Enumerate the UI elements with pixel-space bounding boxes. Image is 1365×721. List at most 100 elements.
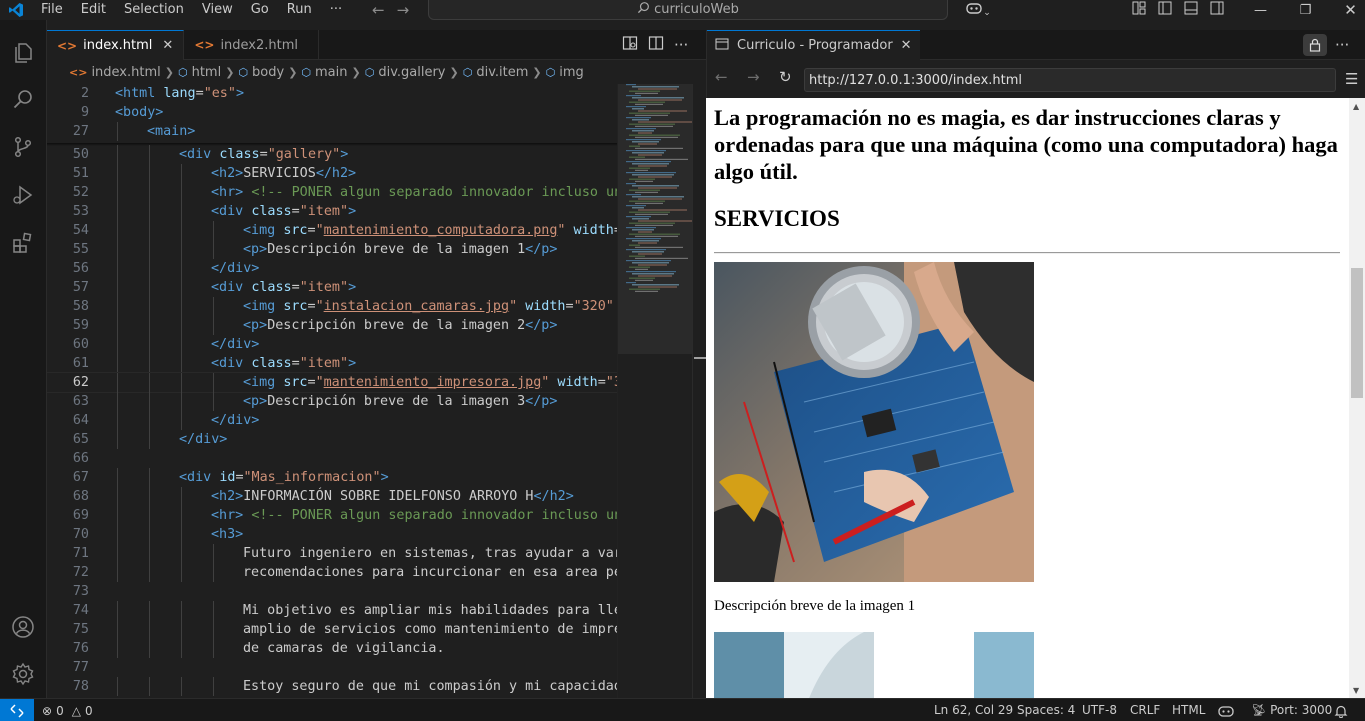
code-line[interactable]: 53 <div class="item"> (47, 202, 617, 221)
live-server-port[interactable]: 📡︎ Port: 3000 (1251, 699, 1332, 721)
indent-guide (117, 601, 118, 620)
forward-arrow-icon[interactable]: → (397, 0, 410, 20)
search-view-icon[interactable] (10, 86, 36, 112)
minimize-icon[interactable]: — (1238, 3, 1283, 18)
code-line[interactable]: 74 Mi objetivo es ampliar mis habilidades… (47, 601, 617, 620)
lock-icon[interactable] (1303, 34, 1327, 56)
open-preview-icon[interactable] (622, 35, 638, 55)
code-line[interactable]: 52 <hr> <!-- PONER algun separado innovad… (47, 183, 617, 202)
breadcrumb-item[interactable]: ⬡ body (238, 65, 284, 80)
menu-file[interactable]: File (32, 0, 72, 20)
scroll-down-icon[interactable]: ▼ (1353, 686, 1359, 695)
remote-indicator-icon[interactable] (0, 699, 34, 721)
back-arrow-icon[interactable]: ← (372, 0, 385, 20)
code-line[interactable]: 64 </div> (47, 411, 617, 430)
browser-forward-icon[interactable]: → (747, 68, 760, 86)
more-actions-icon[interactable]: ··· (1335, 30, 1349, 60)
close-window-icon[interactable]: ✕ (1328, 1, 1365, 19)
web-page-content[interactable]: La programación no es magia, es dar inst… (706, 98, 1349, 698)
close-tab-icon[interactable]: ✕ (901, 38, 912, 53)
code-line[interactable]: 66 (47, 449, 617, 468)
command-center-search[interactable]: curriculoWeb (428, 0, 948, 20)
minimap-line (629, 178, 655, 180)
code-line[interactable]: 62 <img src="mantenimiento_impresora.jpg"… (47, 372, 617, 393)
code-line[interactable]: 9 <body> (47, 103, 617, 122)
accounts-icon[interactable] (10, 614, 36, 640)
restore-icon[interactable]: ❐ (1283, 3, 1328, 18)
explorer-icon[interactable] (10, 40, 36, 66)
code-text: Mi objetivo es ampliar mis habilidades p… (243, 601, 617, 620)
menu-view[interactable]: View (193, 0, 242, 20)
code-line[interactable]: 61 <div class="item"> (47, 354, 617, 373)
browser-menu-icon[interactable]: ☰ (1345, 70, 1358, 88)
customize-layout-icon[interactable] (1126, 1, 1152, 19)
language-mode[interactable]: HTML (1172, 699, 1205, 721)
close-tab-icon[interactable]: ✕ (162, 38, 173, 53)
code-line[interactable]: 55 <p>Descripción breve de la imagen 1</p… (47, 240, 617, 259)
code-line[interactable]: 2 <html lang="es"> (47, 84, 617, 103)
breadcrumb-item[interactable]: ⬡ main (301, 65, 347, 80)
tab-index-html[interactable]: <> index.html ✕ (47, 30, 185, 60)
code-line[interactable]: 68 <h2>INFORMACIÓN SOBRE IDELFONSO ARROYO… (47, 487, 617, 506)
browser-back-icon[interactable]: ← (715, 68, 728, 86)
code-line[interactable]: 27 <main> (47, 122, 617, 141)
menu-more[interactable]: ··· (321, 0, 351, 20)
scroll-up-icon[interactable]: ▲ (1353, 102, 1359, 111)
menu-run[interactable]: Run (278, 0, 321, 20)
settings-gear-icon[interactable] (10, 661, 36, 687)
code-line[interactable]: 60 </div> (47, 335, 617, 354)
code-line[interactable]: 75 amplio de servicios como mantenimiento… (47, 620, 617, 639)
breadcrumb-item[interactable]: ⬡ div.gallery (365, 65, 446, 80)
code-line[interactable]: 57 <div class="item"> (47, 278, 617, 297)
problems-indicator[interactable]: ⊗ 0 △ 0 (42, 699, 93, 721)
copilot-status-icon[interactable] (1218, 699, 1234, 721)
code-line[interactable]: 51 <h2>SERVICIOS</h2> (47, 164, 617, 183)
minimap[interactable] (617, 84, 693, 698)
editor-scrollbar[interactable] (692, 84, 706, 698)
copilot-icon[interactable]: ⌄ (958, 1, 998, 19)
code-line[interactable]: 63 <p>Descripción breve de la imagen 3</p… (47, 392, 617, 411)
code-line[interactable]: 50 <div class="gallery"> (47, 145, 617, 164)
code-line[interactable]: 69 <hr> <!-- PONER algun separado innovad… (47, 506, 617, 525)
menu-go[interactable]: Go (242, 0, 278, 20)
split-editor-icon[interactable] (648, 35, 664, 55)
menu-selection[interactable]: Selection (115, 0, 193, 20)
code-line[interactable]: 78 Estoy seguro de que mi compasión y mi … (47, 677, 617, 696)
code-line[interactable]: 59 <p>Descripción breve de la imagen 2</p… (47, 316, 617, 335)
source-control-icon[interactable] (10, 134, 36, 160)
toggle-sidebar-icon[interactable] (1152, 1, 1178, 19)
code-line[interactable]: 73 (47, 582, 617, 601)
code-line[interactable]: 72 recomendaciones para incurcionar en es… (47, 563, 617, 582)
more-actions-icon[interactable]: ··· (674, 36, 688, 54)
end-of-line[interactable]: CRLF (1130, 699, 1160, 721)
toggle-secondary-sidebar-icon[interactable] (1204, 1, 1230, 19)
code-line[interactable]: 71 Futuro ingeniero en sistemas, tras ayu… (47, 544, 617, 563)
code-line[interactable]: 56 </div> (47, 259, 617, 278)
code-line[interactable]: 76 de camaras de vigilancia. (47, 639, 617, 658)
notifications-bell-icon[interactable] (1334, 699, 1348, 721)
indentation[interactable]: Spaces: 4 (1017, 699, 1075, 721)
code-line[interactable]: 65 </div> (47, 430, 617, 449)
extensions-icon[interactable] (10, 230, 36, 256)
cursor-position[interactable]: Ln 62, Col 29 (934, 699, 1013, 721)
breadcrumb-item[interactable]: ⬡ div.item (463, 65, 529, 80)
web-page-scrollbar[interactable]: ▲ ▼ (1349, 98, 1365, 698)
code-editor[interactable]: 2 <html lang="es"> 9 <body> 27 <main> 50 <div c… (47, 84, 617, 698)
code-line[interactable]: 77 (47, 658, 617, 677)
breadcrumb-item[interactable]: ⬡ img (546, 65, 584, 80)
breadcrumb-item[interactable]: <> index.html (69, 65, 161, 80)
url-input[interactable] (804, 68, 1336, 92)
menu-edit[interactable]: Edit (72, 0, 115, 20)
reload-icon[interactable]: ↻ (779, 68, 792, 86)
tab-index2-html[interactable]: <> index2.html (184, 30, 320, 60)
code-line[interactable]: 67 <div id="Mas_informacion"> (47, 468, 617, 487)
scrollbar-thumb[interactable] (1351, 268, 1363, 398)
tab-simple-browser[interactable]: Curriculo - Programador ✕ (707, 30, 920, 60)
run-debug-icon[interactable] (10, 182, 36, 208)
encoding[interactable]: UTF-8 (1082, 699, 1117, 721)
toggle-panel-icon[interactable] (1178, 1, 1204, 19)
code-line[interactable]: 54 <img src="mantenimiento_computadora.pn… (47, 221, 617, 240)
code-line[interactable]: 58 <img src="instalacion_camaras.jpg" wid… (47, 297, 617, 316)
code-line[interactable]: 70 <h3> (47, 525, 617, 544)
breadcrumb-item[interactable]: ⬡ html (178, 65, 221, 80)
